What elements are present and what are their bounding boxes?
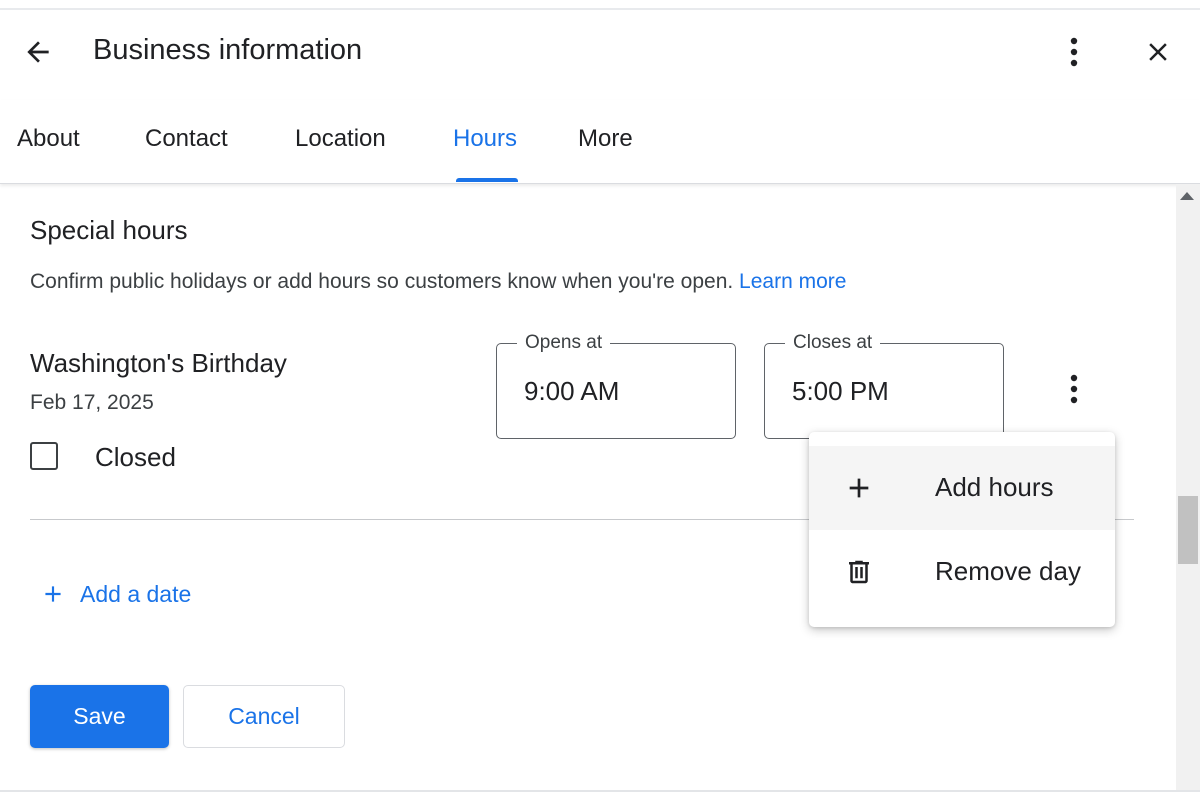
opens-at-label: Opens at — [517, 331, 611, 355]
opens-at-value[interactable]: 9:00 AM — [524, 375, 619, 407]
tab-location[interactable]: Location — [295, 124, 386, 154]
special-day-name: Washington's Birthday — [30, 348, 287, 378]
scrollbar-thumb[interactable] — [1178, 496, 1198, 564]
bottom-rule — [0, 790, 1200, 792]
add-date-label: Add a date — [80, 580, 192, 607]
save-button[interactable]: Save — [30, 685, 169, 748]
tab-bar: About Contact Location Hours More — [0, 100, 1200, 184]
close-icon — [1149, 43, 1167, 61]
learn-more-link[interactable]: Learn more — [739, 270, 846, 293]
active-tab-indicator — [456, 178, 518, 182]
day-options-menu: Add hours Remove day — [809, 432, 1115, 627]
more-vert-icon — [1070, 37, 1078, 67]
dialog-header: Business information — [0, 10, 1200, 90]
closes-at-label: Closes at — [785, 331, 881, 355]
menu-item-remove-day[interactable]: Remove day — [809, 530, 1115, 614]
opens-at-field[interactable]: Opens at 9:00 AM — [496, 331, 736, 439]
plus-icon — [843, 472, 875, 504]
page-title: Business information — [93, 34, 363, 66]
scrollbar[interactable] — [1176, 184, 1200, 790]
closed-checkbox-label[interactable]: Closed — [95, 440, 176, 474]
more-vert-icon — [1070, 374, 1078, 404]
day-options-button[interactable] — [1052, 367, 1096, 411]
tab-more[interactable]: More — [578, 124, 633, 154]
back-button[interactable] — [16, 30, 60, 74]
section-description: Confirm public holidays or add hours so … — [30, 268, 846, 296]
section-title: Special hours — [30, 215, 188, 245]
trash-icon — [843, 556, 875, 588]
menu-item-label: Add hours — [935, 472, 1054, 502]
arrow-back-icon — [27, 41, 49, 63]
special-day-date: Feb 17, 2025 — [30, 391, 154, 414]
section-description-text: Confirm public holidays or add hours so … — [30, 270, 734, 293]
closes-at-field[interactable]: Closes at 5:00 PM — [764, 331, 1004, 439]
menu-item-add-hours[interactable]: Add hours — [809, 446, 1115, 530]
closes-at-value[interactable]: 5:00 PM — [792, 375, 889, 407]
tab-hours[interactable]: Hours — [453, 124, 517, 154]
more-options-button[interactable] — [1052, 30, 1096, 74]
close-button[interactable] — [1136, 30, 1180, 74]
add-date-button[interactable]: Add a date — [40, 574, 191, 614]
tab-contact[interactable]: Contact — [145, 124, 228, 154]
scroll-up-arrow-icon[interactable] — [1180, 192, 1194, 200]
menu-item-label: Remove day — [935, 556, 1081, 586]
tab-about[interactable]: About — [17, 124, 80, 154]
closed-checkbox[interactable] — [30, 442, 58, 470]
plus-icon — [45, 586, 61, 602]
cancel-button[interactable]: Cancel — [183, 685, 345, 748]
